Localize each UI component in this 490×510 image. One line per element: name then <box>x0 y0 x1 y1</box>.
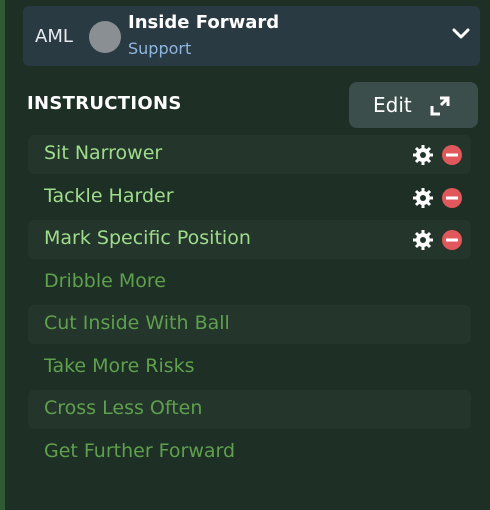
instruction-item[interactable]: Get Further Forward <box>28 431 471 474</box>
expand-icon <box>430 96 450 116</box>
instruction-list: Sit Narrower Tackle Harder Mark Specific… <box>28 133 471 473</box>
instruction-item[interactable]: Mark Specific Position <box>28 218 471 261</box>
remove-icon[interactable] <box>441 187 463 209</box>
gear-icon[interactable] <box>412 187 434 209</box>
section-title: INSTRUCTIONS <box>27 93 182 114</box>
instruction-label: Cut Inside With Ball <box>44 312 230 334</box>
instruction-item[interactable]: Sit Narrower <box>28 133 471 176</box>
instruction-label: Tackle Harder <box>44 184 174 207</box>
edit-button[interactable]: Edit <box>349 82 478 128</box>
edit-button-label: Edit <box>373 93 412 117</box>
instruction-item[interactable]: Cut Inside With Ball <box>28 303 471 346</box>
instruction-item[interactable]: Tackle Harder <box>28 176 471 219</box>
instruction-label: Take More Risks <box>44 354 195 377</box>
instruction-label: Get Further Forward <box>44 439 236 462</box>
player-avatar <box>89 21 121 53</box>
role-name: Inside Forward <box>128 12 280 33</box>
remove-icon[interactable] <box>441 144 463 166</box>
instruction-label: Mark Specific Position <box>44 227 251 249</box>
position-label: AML <box>35 26 73 47</box>
instructions-panel: AML Inside Forward Support INSTRUCTIONS … <box>5 0 490 510</box>
instruction-item[interactable]: Take More Risks <box>28 346 471 389</box>
instruction-item[interactable]: Dribble More <box>28 261 471 304</box>
gear-icon[interactable] <box>412 229 434 251</box>
chevron-down-icon[interactable] <box>450 22 472 44</box>
gear-icon[interactable] <box>412 144 434 166</box>
instruction-item[interactable]: Cross Less Often <box>28 388 471 431</box>
role-duty: Support <box>128 39 192 58</box>
role-selector[interactable]: AML Inside Forward Support <box>23 6 480 66</box>
instruction-label: Sit Narrower <box>44 142 163 164</box>
remove-icon[interactable] <box>441 229 463 251</box>
instruction-label: Dribble More <box>44 269 166 292</box>
instruction-label: Cross Less Often <box>44 397 203 419</box>
